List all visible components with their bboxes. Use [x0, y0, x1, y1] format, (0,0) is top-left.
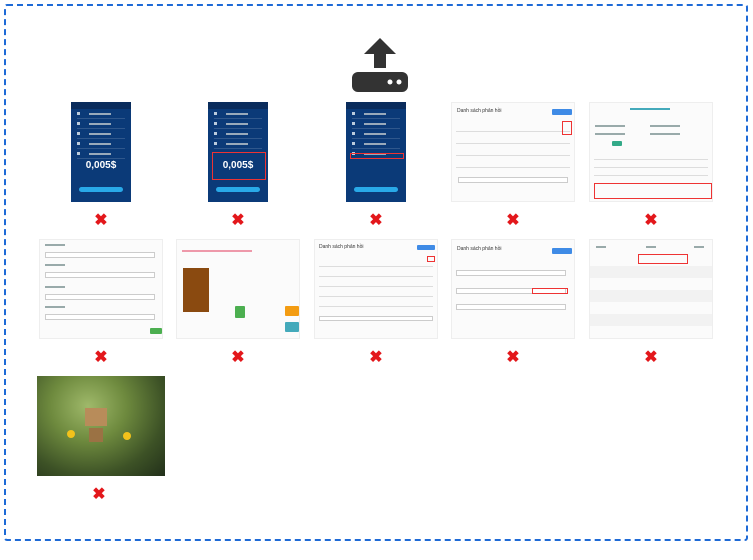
web-screenshot: Danh sách phản hồi [314, 239, 438, 339]
phone-screenshot [346, 102, 406, 202]
thumbnail-10: ✖ [589, 239, 713, 366]
remove-icon[interactable]: ✖ [506, 213, 520, 229]
remove-icon[interactable]: ✖ [231, 350, 245, 366]
thumbnail-4: Danh sách phản hồi ✖ [451, 102, 575, 229]
phone-screenshot: 0,005$ [208, 102, 268, 202]
web-screenshot [176, 239, 300, 339]
thumbnail-1: 0,005$ ✖ [39, 102, 163, 229]
photo-image [37, 376, 165, 476]
thumbnail-2: 0,005$ ✖ [176, 102, 300, 229]
thumbnail-3: ✖ [314, 102, 438, 229]
thumbnail-9: Danh sách phản hồi ✖ [451, 239, 575, 366]
thumbnail-5: ✖ [589, 102, 713, 229]
remove-icon[interactable]: ✖ [94, 213, 108, 229]
remove-icon[interactable]: ✖ [94, 350, 108, 366]
remove-icon[interactable]: ✖ [231, 213, 245, 229]
web-screenshot [589, 102, 713, 202]
remove-icon[interactable]: ✖ [644, 213, 658, 229]
web-screenshot [39, 239, 163, 339]
thumbnail-7: ✖ [176, 239, 300, 366]
thumbnail-6: ✖ [39, 239, 163, 366]
thumbnail-8: Danh sách phản hồi ✖ [314, 239, 438, 366]
phone-screenshot: 0,005$ [71, 102, 131, 202]
upload-dropzone[interactable]: 0,005$ ✖ 0,005$ ✖ ✖ Danh sách phản hồi ✖… [4, 4, 748, 541]
web-screenshot: Danh sách phản hồi [451, 239, 575, 339]
remove-icon[interactable]: ✖ [369, 213, 383, 229]
upload-server-icon[interactable] [350, 36, 410, 94]
web-screenshot [589, 239, 713, 339]
web-screenshot: Danh sách phản hồi [451, 102, 575, 202]
remove-icon[interactable]: ✖ [92, 487, 106, 503]
remove-icon[interactable]: ✖ [369, 350, 383, 366]
remove-icon[interactable]: ✖ [506, 350, 520, 366]
thumbnail-11: ✖ [37, 376, 165, 503]
remove-icon[interactable]: ✖ [644, 350, 658, 366]
